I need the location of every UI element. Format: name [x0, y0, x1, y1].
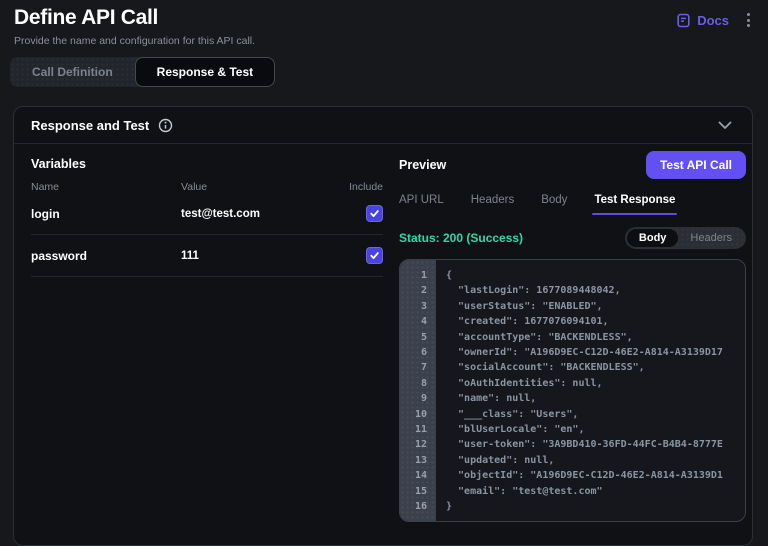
- column-header-name: Name: [31, 181, 60, 193]
- tab-response-and-test[interactable]: Response & Test: [134, 57, 276, 87]
- docs-link[interactable]: Docs: [676, 13, 729, 28]
- docs-label: Docs: [697, 12, 729, 28]
- code-line-numbers: 1 2 3 4 5 6 7 8 9 10 11 12 13 14 15 16: [400, 260, 436, 521]
- variable-name: login: [31, 206, 60, 221]
- variable-value: test@test.com: [181, 207, 260, 220]
- variable-row-login: login test@test.com: [31, 193, 383, 235]
- preview-heading: Preview: [399, 158, 447, 172]
- variable-name: password: [31, 248, 88, 263]
- body-headers-toggle: Body Headers: [624, 227, 746, 249]
- checkmark-icon: [370, 210, 379, 217]
- variables-column-headers: Name Value Include: [31, 181, 383, 193]
- info-circle-icon[interactable]: [158, 118, 173, 133]
- variables-heading: Variables: [31, 157, 86, 171]
- variable-row-password: password 111: [31, 235, 383, 277]
- panel-header: Response and Test: [14, 107, 752, 144]
- preview-section: Preview Test API Call API URL Headers Bo…: [399, 151, 746, 522]
- code-content: { "lastLogin": 1677089448042, "userStatu…: [446, 270, 723, 513]
- page-subtitle: Provide the name and configuration for t…: [14, 35, 256, 47]
- definition-tab-group: Call Definition Response & Test: [10, 57, 276, 87]
- column-header-value: Value: [181, 181, 208, 193]
- status-row: Status: 200 (Success) Body Headers: [399, 227, 746, 249]
- toggle-body[interactable]: Body: [626, 229, 679, 247]
- page-title: Define API Call: [14, 6, 159, 29]
- checkmark-icon: [370, 252, 379, 259]
- document-icon: [676, 13, 691, 28]
- response-code-block[interactable]: 1 2 3 4 5 6 7 8 9 10 11 12 13 14 15 16 { "lastLogin": 1…: [399, 259, 746, 522]
- status-badge: Status: 200 (Success): [399, 231, 524, 245]
- chevron-down-icon[interactable]: [715, 118, 735, 133]
- tab-call-definition[interactable]: Call Definition: [10, 57, 135, 87]
- panel-title: Response and Test: [31, 117, 150, 133]
- tab-api-url[interactable]: API URL: [399, 194, 444, 215]
- response-and-test-panel: Response and Test Variables Name Value I…: [13, 106, 753, 546]
- tab-body[interactable]: Body: [541, 194, 567, 215]
- header-actions: Docs: [676, 9, 754, 31]
- variables-section: Variables Name Value Include login test@…: [31, 157, 383, 277]
- test-api-call-button[interactable]: Test API Call: [645, 151, 746, 179]
- column-header-include: Include: [349, 181, 383, 193]
- toggle-headers[interactable]: Headers: [678, 229, 744, 247]
- include-checkbox[interactable]: [366, 205, 383, 222]
- kebab-menu-icon[interactable]: [743, 9, 754, 31]
- page-header: Define API Call Provide the name and con…: [14, 6, 754, 47]
- variable-value: 111: [181, 249, 199, 262]
- preview-tab-bar: API URL Headers Body Test Response: [399, 194, 746, 215]
- tab-headers[interactable]: Headers: [471, 194, 514, 215]
- include-checkbox[interactable]: [366, 247, 383, 264]
- tab-test-response[interactable]: Test Response: [592, 194, 678, 215]
